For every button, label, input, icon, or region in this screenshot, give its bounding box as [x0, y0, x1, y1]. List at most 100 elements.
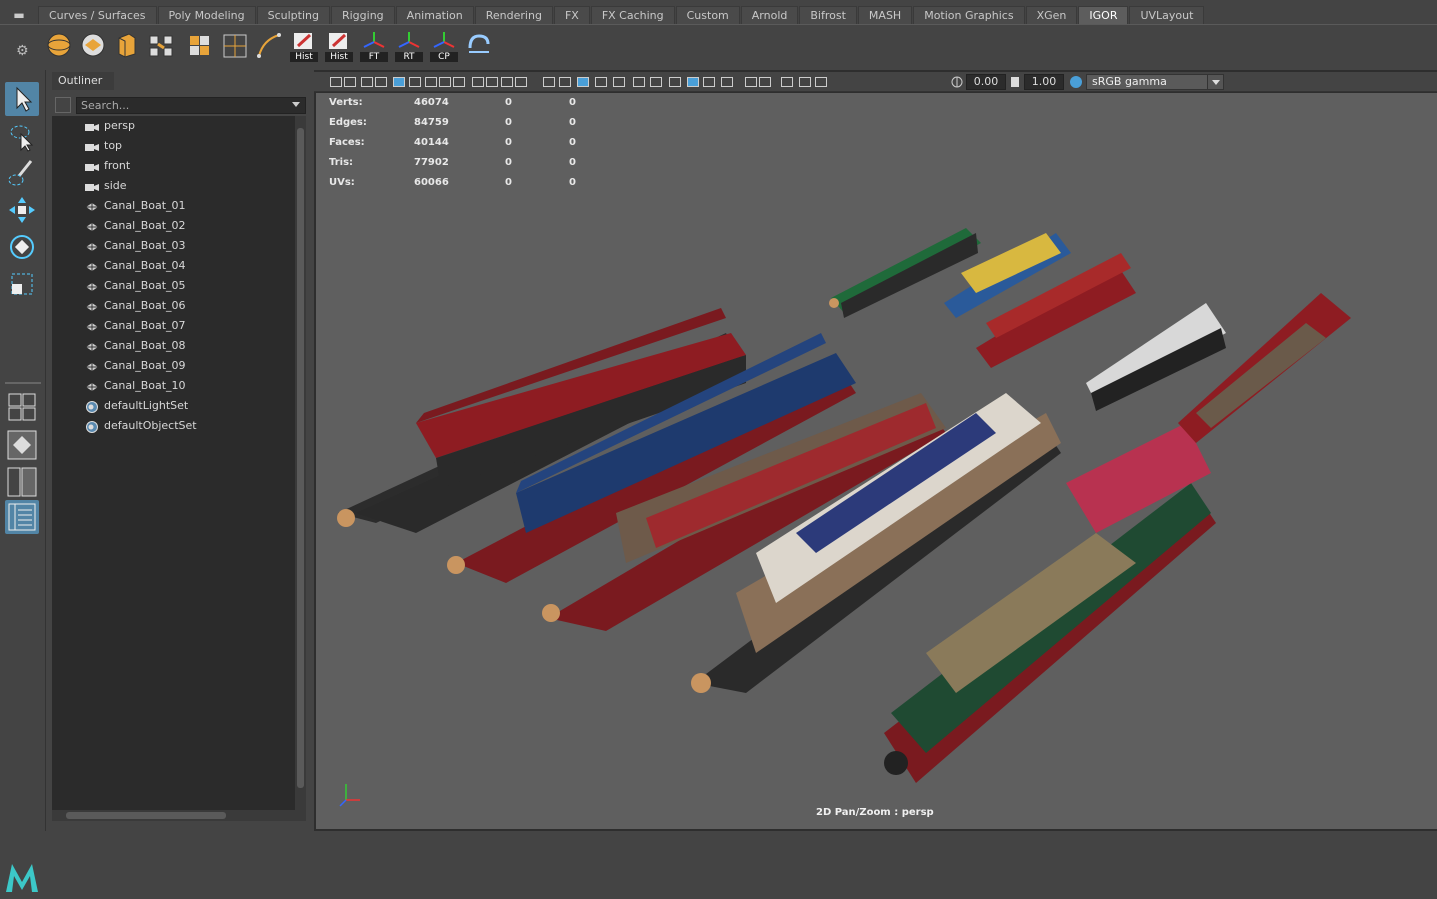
shadows-icon[interactable]: [649, 75, 663, 89]
exposure-field[interactable]: 0.00: [966, 74, 1006, 90]
outliner-item[interactable]: Canal_Boat_09: [52, 356, 295, 376]
smooth-shade-icon[interactable]: [558, 75, 572, 89]
wireframe-on-shaded-icon[interactable]: [594, 75, 608, 89]
tab-motion-graphics[interactable]: Motion Graphics: [913, 6, 1025, 24]
rotate-tool-icon[interactable]: [5, 230, 39, 264]
gate-mask-icon[interactable]: [471, 75, 485, 89]
motion-blur-icon[interactable]: [758, 75, 772, 89]
exposure-icon[interactable]: [814, 75, 828, 89]
outliner-item[interactable]: Canal_Boat_10: [52, 376, 295, 396]
tab-bifrost[interactable]: Bifrost: [799, 6, 857, 24]
default-material-icon[interactable]: [576, 75, 590, 89]
tab-rendering[interactable]: Rendering: [474, 6, 553, 24]
freeze-transform-button[interactable]: FT: [360, 30, 388, 62]
outliner-item[interactable]: defaultObjectSet: [52, 416, 295, 436]
outliner-item[interactable]: Canal_Boat_07: [52, 316, 295, 336]
layout-outliner-persp-icon[interactable]: [5, 500, 39, 534]
outliner-item[interactable]: Canal_Boat_06: [52, 296, 295, 316]
wireframe-icon[interactable]: [542, 75, 556, 89]
outliner-item[interactable]: Canal_Boat_01: [52, 196, 295, 216]
paint-select-tool-icon[interactable]: [5, 156, 39, 190]
field-chart-icon[interactable]: [485, 75, 499, 89]
outliner-item[interactable]: top: [52, 136, 295, 156]
uvlayout-icon[interactable]: [465, 30, 493, 60]
curve-tool-icon[interactable]: [255, 30, 283, 60]
outliner-item[interactable]: Canal_Boat_08: [52, 336, 295, 356]
safe-action-icon[interactable]: [500, 75, 514, 89]
tab-igor[interactable]: IGOR: [1078, 6, 1129, 24]
outliner-item[interactable]: front: [52, 156, 295, 176]
chevron-down-icon[interactable]: [292, 102, 300, 107]
bevel-tool-icon[interactable]: [113, 30, 141, 60]
resolution-gate-icon[interactable]: [452, 75, 466, 89]
extrude-tool-icon[interactable]: [79, 30, 107, 60]
outliner-item[interactable]: Canal_Boat_03: [52, 236, 295, 256]
scale-tool-icon[interactable]: [5, 267, 39, 301]
outliner-item[interactable]: side: [52, 176, 295, 196]
depth-of-field-icon[interactable]: [798, 75, 812, 89]
scrollbar-thumb[interactable]: [66, 812, 226, 819]
outliner-item[interactable]: Canal_Boat_05: [52, 276, 295, 296]
tab-arnold[interactable]: Arnold: [740, 6, 799, 24]
lasso-tool-icon[interactable]: [5, 120, 39, 154]
outliner-vertical-scrollbar[interactable]: [295, 116, 306, 810]
outliner-item[interactable]: Canal_Boat_02: [52, 216, 295, 236]
move-tool-icon[interactable]: [5, 193, 39, 227]
tab-custom[interactable]: Custom: [675, 6, 740, 24]
history-button[interactable]: Hist: [290, 30, 318, 62]
tab-fx-caching[interactable]: FX Caching: [590, 6, 675, 24]
combine-tool-icon[interactable]: [147, 30, 175, 60]
bookmark-icon[interactable]: [360, 75, 374, 89]
tab-xgen[interactable]: XGen: [1025, 6, 1078, 24]
anti-alias-icon[interactable]: [780, 75, 794, 89]
outliner-item[interactable]: Canal_Boat_04: [52, 256, 295, 276]
gear-icon[interactable]: ⚙: [16, 43, 32, 59]
camera-select-icon[interactable]: [329, 75, 343, 89]
outliner-tab[interactable]: Outliner: [52, 72, 114, 90]
tab-rigging[interactable]: Rigging: [330, 6, 395, 24]
tab-mash[interactable]: MASH: [857, 6, 913, 24]
reset-transform-button[interactable]: RT: [395, 30, 423, 62]
tab-fx[interactable]: FX: [553, 6, 590, 24]
2d-pan-zoom-icon[interactable]: [392, 75, 406, 89]
textures-icon[interactable]: [612, 75, 626, 89]
tab-sculpting[interactable]: Sculpting: [256, 6, 330, 24]
layout-four-pane-icon[interactable]: [5, 390, 39, 421]
gamma-field[interactable]: 1.00: [1024, 74, 1064, 90]
exposure-icon[interactable]: [950, 75, 964, 89]
separate-tool-icon[interactable]: [186, 30, 214, 60]
outliner-item[interactable]: persp: [52, 116, 295, 136]
sphere-tool-icon[interactable]: [45, 30, 73, 60]
layout-two-pane-icon[interactable]: [5, 465, 39, 499]
outliner-display-icon[interactable]: [55, 97, 71, 113]
shelf-menu-icon[interactable]: ▬: [12, 8, 26, 22]
grease-pencil-icon[interactable]: [408, 75, 422, 89]
chevron-down-icon[interactable]: [1207, 75, 1223, 89]
multicut-tool-icon[interactable]: [221, 30, 249, 60]
tab-animation[interactable]: Animation: [395, 6, 474, 24]
safe-title-icon[interactable]: [514, 75, 528, 89]
tab-poly-modeling[interactable]: Poly Modeling: [157, 6, 256, 24]
gamma-icon[interactable]: [1008, 75, 1022, 89]
backface-icon[interactable]: [744, 75, 758, 89]
scrollbar-thumb[interactable]: [297, 128, 304, 788]
tab-uvlayout[interactable]: UVLayout: [1129, 6, 1205, 24]
xray-joints-icon[interactable]: [720, 75, 734, 89]
center-pivot-button[interactable]: CP: [430, 30, 458, 62]
lights-icon[interactable]: [632, 75, 646, 89]
tab-curves-surfaces[interactable]: Curves / Surfaces: [38, 6, 157, 24]
color-management-icon[interactable]: [1069, 75, 1083, 89]
outliner-item[interactable]: defaultLightSet: [52, 396, 295, 416]
history-button-2[interactable]: Hist: [325, 30, 353, 62]
viewport-3d[interactable]: Verts: 46074 0 0 Edges: 84759 0 0 Faces: 40144 0…: [316, 93, 1437, 829]
camera-attr-icon[interactable]: [343, 75, 357, 89]
layout-single-pane-icon[interactable]: [5, 428, 39, 462]
outliner-search-input[interactable]: Search...: [76, 97, 306, 114]
colorspace-select[interactable]: sRGB gamma: [1086, 74, 1224, 90]
film-gate-icon[interactable]: [438, 75, 452, 89]
isolate-select-icon[interactable]: [686, 75, 700, 89]
grid-icon[interactable]: [424, 75, 438, 89]
ambient-occlusion-icon[interactable]: [668, 75, 682, 89]
select-tool-icon[interactable]: [5, 82, 39, 116]
outliner-horizontal-scrollbar[interactable]: [52, 810, 306, 821]
